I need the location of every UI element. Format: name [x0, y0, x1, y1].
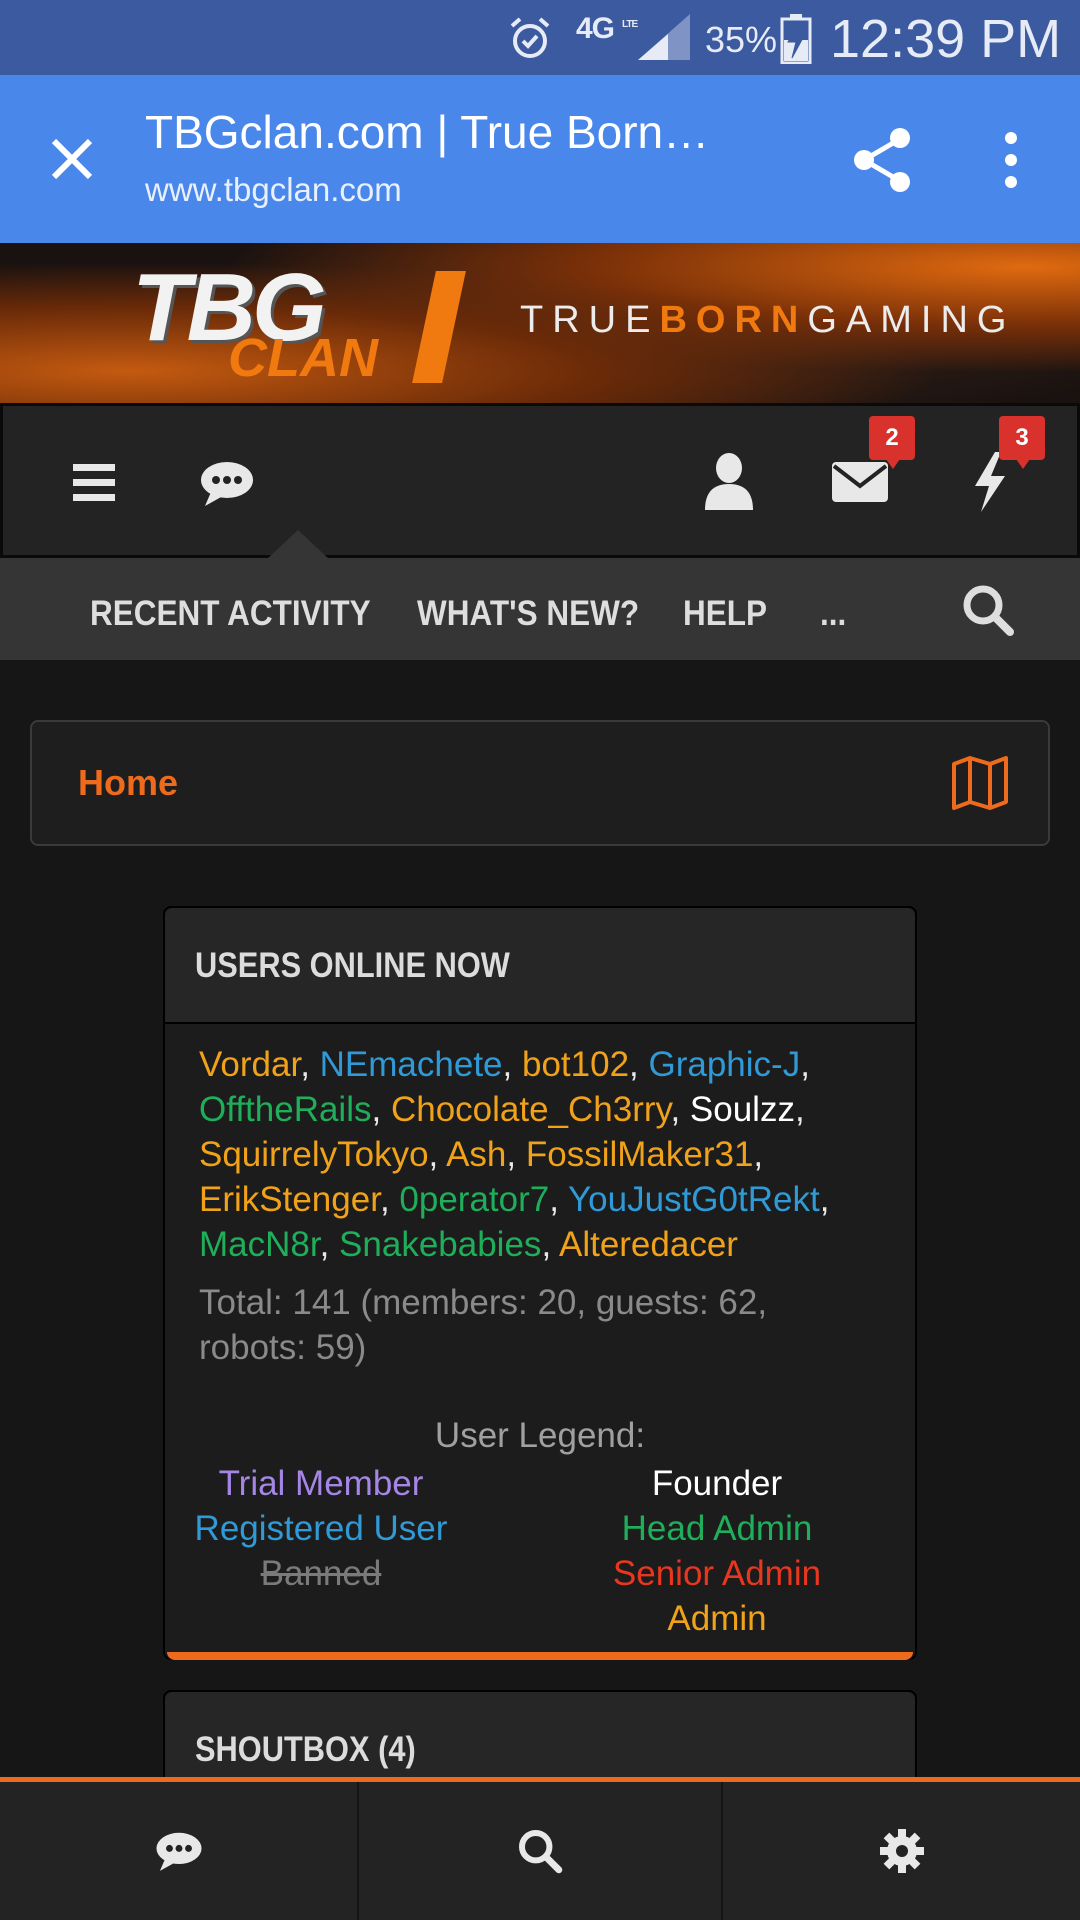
menu-icon[interactable] [65, 458, 125, 508]
close-icon [51, 138, 93, 180]
user-list-line: Vordar, NEmachete, bot102, Graphic-J, [199, 1042, 889, 1087]
battery-percent: 35% [705, 19, 778, 60]
online-user-link[interactable]: Chocolate_Ch3rry [391, 1090, 671, 1129]
separator: , [502, 1045, 522, 1084]
envelope-icon[interactable] [829, 456, 891, 506]
user-list-line: MacN8r, Snakebabies, Alteredacer [199, 1222, 889, 1267]
legend-founder: Founder [651, 1464, 783, 1503]
forum-navbar: 2 3 [0, 403, 1080, 558]
search-icon [519, 1830, 563, 1874]
online-totals: Total: 141 (members: 20, guests: 62, rob… [199, 1283, 768, 1367]
gear-icon [879, 1829, 924, 1873]
online-user-link[interactable]: MacN8r [199, 1225, 320, 1264]
bottom-tab-search[interactable] [359, 1782, 721, 1920]
battery-charging-icon [780, 14, 812, 64]
nav-help[interactable]: HELP [683, 594, 767, 634]
user-list-line: ErikStenger, 0perator7, YouJustG0tRekt, [199, 1177, 889, 1222]
separator: , [379, 1180, 400, 1219]
online-user-link[interactable]: Vordar [199, 1045, 300, 1084]
legend-right-column: Founder Head Admin Senior Admin Admin [547, 1461, 887, 1641]
nav-pointer [266, 530, 330, 560]
bottom-toolbar [0, 1777, 1080, 1920]
legend-admin: Admin [667, 1599, 767, 1638]
share-icon[interactable] [848, 125, 918, 195]
site-tagline: TRUEBORNGAMING [520, 299, 1016, 341]
separator: , [753, 1135, 764, 1174]
separator: , [506, 1135, 526, 1174]
alerts-badge: 3 [999, 416, 1045, 469]
status-bar: 4G LTE 35% 12:39 PM [0, 0, 1080, 75]
close-tab-button[interactable] [36, 123, 108, 195]
bottom-tab-settings[interactable] [723, 1782, 1080, 1920]
user-list-line: OfftheRails, Chocolate_Ch3rry, Soulzz, [199, 1087, 889, 1132]
separator: , [428, 1135, 447, 1174]
chat-bubble-icon [156, 1832, 202, 1871]
separator: , [549, 1180, 569, 1219]
separator: , [629, 1045, 649, 1084]
online-user-link[interactable]: Soulzz [690, 1090, 795, 1129]
nav-more[interactable]: ... [820, 594, 846, 634]
breadcrumb-home-link[interactable]: Home [78, 762, 178, 804]
clock: 12:39 PM [830, 9, 1062, 69]
separator: , [819, 1180, 830, 1219]
widget-title: USERS ONLINE NOW [195, 946, 510, 985]
logo-text-clan: CLAN [228, 328, 378, 388]
legend-banned: Banned [260, 1554, 382, 1593]
online-user-list: Vordar, NEmachete, bot102, Graphic-J, Of… [199, 1042, 889, 1267]
separator: , [670, 1090, 690, 1129]
bottom-tab-chat[interactable] [0, 1782, 358, 1920]
online-user-link[interactable]: Alteredacer [559, 1225, 738, 1264]
online-user-link[interactable]: Snakebabies [339, 1225, 541, 1264]
online-user-link[interactable]: NEmachete [320, 1045, 503, 1084]
breadcrumb: Home [30, 720, 1050, 846]
widget-header: USERS ONLINE NOW [165, 908, 915, 1024]
signal-icon [638, 14, 690, 60]
separator: , [794, 1090, 805, 1129]
separator: , [800, 1045, 810, 1084]
online-user-link[interactable]: YouJustG0tRekt [568, 1180, 820, 1219]
network-indicator: 4G LTE [576, 12, 638, 45]
widget-accent-bar [167, 1652, 913, 1660]
map-icon[interactable] [950, 754, 1010, 812]
legend-title: User Legend: [434, 1416, 646, 1455]
online-user-link[interactable]: FossilMaker31 [526, 1135, 754, 1174]
online-user-link[interactable]: SquirrelyTokyo [199, 1135, 429, 1174]
online-user-link[interactable]: 0perator7 [399, 1180, 549, 1219]
sub-navbar: RECENT ACTIVITY WHAT'S NEW? HELP ... [0, 558, 1080, 660]
legend-senior-admin: Senior Admin [612, 1554, 822, 1593]
online-user-link[interactable]: OfftheRails [199, 1090, 372, 1129]
online-user-link[interactable]: ErikStenger [199, 1180, 380, 1219]
separator: , [300, 1045, 320, 1084]
widget-title: SHOUTBOX (4) [195, 1730, 416, 1769]
user-icon[interactable] [699, 452, 759, 512]
chat-bubble-icon[interactable] [197, 458, 257, 508]
online-user-link[interactable]: Graphic-J [649, 1045, 801, 1084]
browser-toolbar: TBGclan.com | True Born… www.tbgclan.com [0, 75, 1080, 243]
legend-left-column: Trial Member Registered User Banned [151, 1461, 491, 1596]
nav-whats-new[interactable]: WHAT'S NEW? [417, 594, 639, 634]
legend-registered-user: Registered User [194, 1509, 448, 1548]
page-url[interactable]: www.tbgclan.com [145, 171, 402, 209]
search-icon[interactable] [960, 582, 1016, 638]
separator: , [319, 1225, 340, 1264]
online-user-link[interactable]: bot102 [522, 1045, 629, 1084]
alarm-icon [510, 17, 550, 58]
logo-bar [412, 271, 466, 383]
separator: , [371, 1090, 391, 1129]
legend-head-admin: Head Admin [621, 1509, 813, 1548]
user-list-line: SquirrelyTokyo, Ash, FossilMaker31, [199, 1132, 889, 1177]
more-vert-icon[interactable] [980, 125, 1042, 195]
legend-trial-member: Trial Member [218, 1464, 424, 1503]
site-logo[interactable]: TBG CLAN [132, 254, 472, 389]
inbox-badge: 2 [869, 416, 915, 469]
page-title: TBGclan.com | True Born… [145, 106, 710, 158]
online-user-link[interactable]: Ash [446, 1135, 506, 1174]
users-online-widget: USERS ONLINE NOW Vordar, NEmachete, bot1… [163, 906, 917, 1660]
nav-recent-activity[interactable]: RECENT ACTIVITY [90, 594, 371, 634]
site-banner[interactable]: TBG CLAN TRUEBORNGAMING [0, 243, 1080, 403]
separator: , [541, 1225, 559, 1264]
